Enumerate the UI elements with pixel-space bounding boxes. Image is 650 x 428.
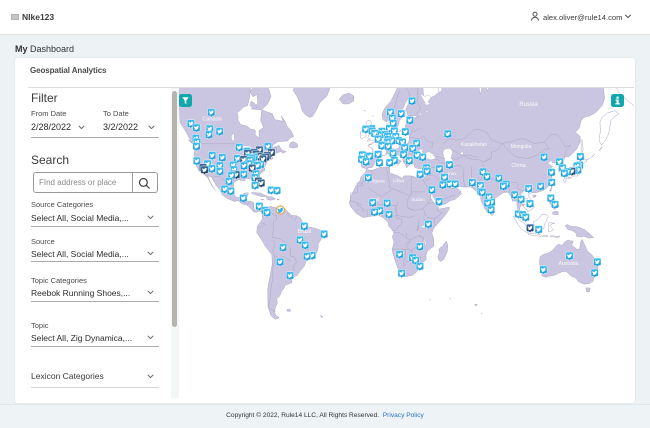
- svg-text:Libya: Libya: [393, 178, 404, 183]
- svg-text:Australia: Australia: [558, 261, 578, 267]
- svg-text:Algeria: Algeria: [370, 179, 385, 184]
- svg-text:Kazakhstan: Kazakhstan: [460, 142, 486, 148]
- svg-text:Russia: Russia: [519, 102, 538, 108]
- svg-text:Mongolia: Mongolia: [510, 144, 531, 150]
- svg-text:Sudan: Sudan: [411, 197, 425, 202]
- svg-text:Iran: Iran: [448, 171, 456, 176]
- svg-text:Canada: Canada: [202, 117, 222, 123]
- svg-text:China: China: [511, 163, 526, 169]
